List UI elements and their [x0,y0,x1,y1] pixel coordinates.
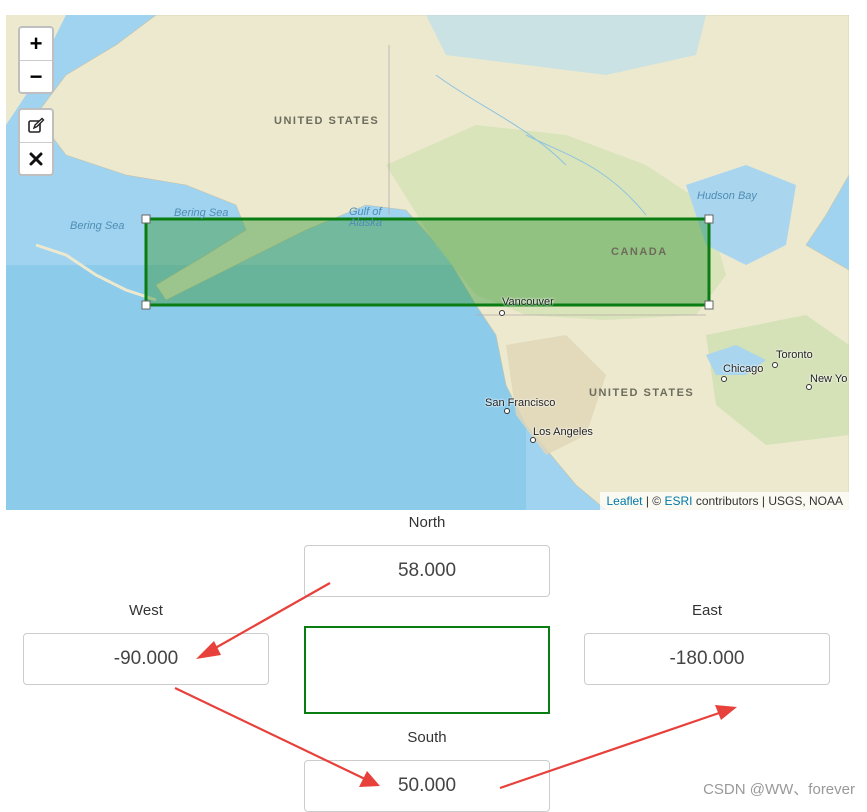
label-canada: CANADA [611,246,668,258]
label-los-angeles: Los Angeles [533,426,593,438]
map-attribution: Leaflet | © ESRI contributors | USGS, NO… [600,492,849,510]
label-san-francisco: San Francisco [485,397,556,409]
edit-layers-button[interactable] [20,110,52,142]
attribution-text: contributors | USGS, NOAA [692,494,843,508]
edit-pencil-icon [28,117,45,133]
corner-handle-sw[interactable] [141,300,151,310]
leaflet-link[interactable]: Leaflet [606,494,642,508]
city-dot-chicago [721,376,727,382]
label-bering-sea-west: Bering Sea [70,220,125,232]
east-label: East [691,602,722,619]
city-dot-vancouver [499,310,505,316]
label-chicago: Chicago [723,363,764,375]
north-label: North [408,514,446,531]
draw-toolbar [18,108,54,176]
corner-handle-se[interactable] [704,300,714,310]
bounding-rectangle [144,217,711,307]
city-dot-toronto [772,362,778,368]
map-view[interactable]: UNITED STATES CANADA UNITED STATES Hudso… [6,15,849,510]
south-input[interactable] [304,760,550,812]
west-label: West [129,602,163,619]
zoom-out-button[interactable]: − [20,60,52,92]
plus-icon: + [29,31,43,56]
label-hudson-bay: Hudson Bay [697,190,757,202]
label-vancouver: Vancouver [502,296,554,308]
corner-handle-ne[interactable] [704,214,714,224]
label-toronto: Toronto [776,349,813,361]
zoom-control: + − [18,26,54,94]
south-label: South [407,729,447,746]
north-input[interactable] [304,545,550,597]
bounds-preview-box [304,626,550,714]
label-united-states: UNITED STATES [589,387,695,399]
label-new-york: New Yo [810,373,848,385]
minus-icon: − [29,63,43,89]
label-bering-sea-east: Bering Sea [174,207,229,219]
arrow-head-3 [715,705,737,720]
label-gulf-of-alaska: Gulf of Alaska [349,206,383,229]
corner-handle-nw[interactable] [141,214,151,224]
attribution-separator: | © [642,494,665,508]
selection-overlay [141,214,714,310]
west-input[interactable] [23,633,269,685]
delete-layers-button[interactable] [20,142,52,174]
csdn-watermark: CSDN @WW、forever [703,781,855,798]
zoom-in-button[interactable]: + [20,28,52,60]
east-input[interactable] [584,633,830,685]
esri-link[interactable]: ESRI [664,494,692,508]
close-x-icon [29,152,43,165]
label-united-states-alaska: UNITED STATES [274,115,380,127]
